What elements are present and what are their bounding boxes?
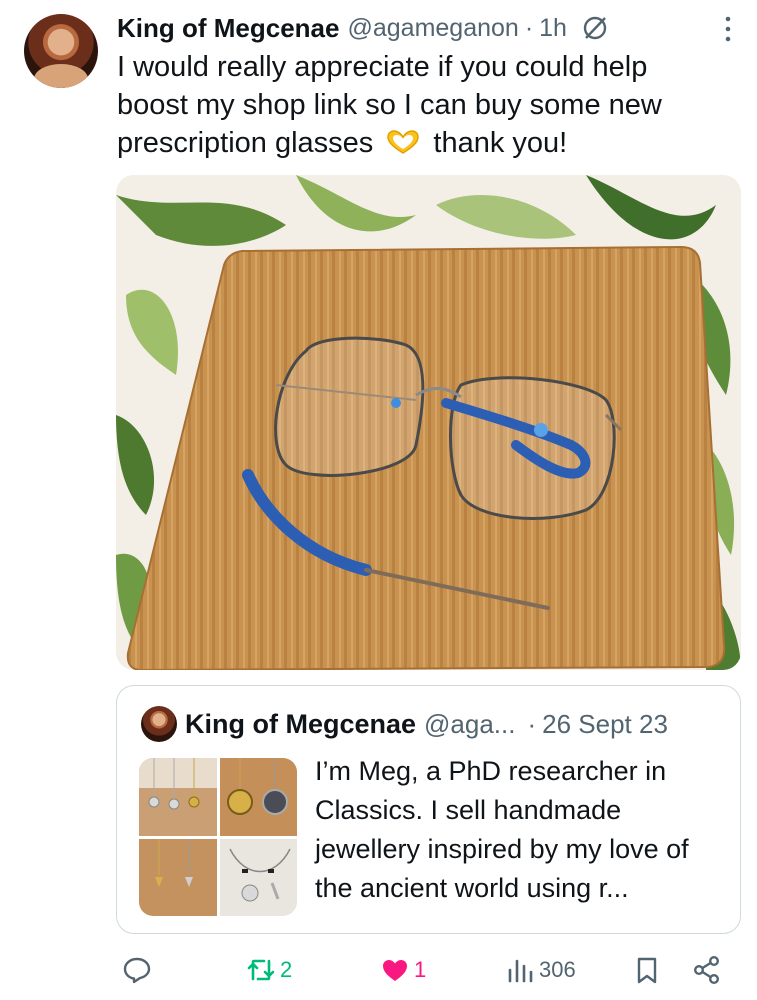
more-options-icon[interactable] xyxy=(725,16,731,42)
views-button[interactable]: 306 xyxy=(505,955,576,985)
reply-icon xyxy=(123,957,151,984)
header-separator: · xyxy=(524,13,534,42)
like-button[interactable]: 1 xyxy=(380,955,426,985)
quoted-photo xyxy=(139,758,217,836)
tweet-text-segment: thank you! xyxy=(433,127,568,159)
tweet-time[interactable]: 1h xyxy=(539,14,567,43)
share-icon xyxy=(694,956,720,985)
quoted-tweet[interactable]: King of Megcenae @aga... · 26 Sept 23 I’… xyxy=(116,685,741,934)
heart-hands-emoji-icon xyxy=(387,130,420,154)
quoted-author-handle: @aga... xyxy=(424,708,516,739)
quoted-media-grid xyxy=(139,758,297,916)
tweet-text-line: I would really appreciate if you could h… xyxy=(117,51,648,83)
bookmark-icon xyxy=(637,957,657,984)
views-icon xyxy=(508,959,533,983)
tweet-action-bar: 2 1 306 xyxy=(0,945,757,1000)
tweet-text-segment: prescription glasses xyxy=(117,127,374,159)
author-name[interactable]: King of Megcenae xyxy=(117,13,339,44)
tweet-text: I would really appreciate if you could h… xyxy=(117,48,727,162)
quoted-photo xyxy=(219,838,297,916)
author-handle[interactable]: @agameganon xyxy=(347,14,518,43)
retweet-count: 2 xyxy=(280,957,293,982)
quoted-date: 26 Sept 23 xyxy=(542,708,668,739)
bookmark-button[interactable] xyxy=(632,955,662,985)
tweet-text-line: prescription glasses thank you! xyxy=(117,124,727,162)
reply-button[interactable] xyxy=(122,955,156,985)
quoted-author-avatar xyxy=(141,706,177,742)
quoted-separator: · xyxy=(527,708,537,739)
tweet-header: King of Megcenae @agameganon · 1h xyxy=(117,10,737,46)
quoted-photo xyxy=(219,758,297,836)
tweet-photo[interactable] xyxy=(116,175,741,670)
author-avatar[interactable] xyxy=(24,14,98,88)
quoted-author-name: King of Megcenae xyxy=(185,708,417,739)
heart-icon xyxy=(383,960,407,981)
like-count: 1 xyxy=(414,957,427,982)
quoted-tweet-header: King of Megcenae @aga... · 26 Sept 23 xyxy=(185,704,720,744)
views-count: 306 xyxy=(539,957,576,982)
grok-icon[interactable] xyxy=(581,14,609,42)
share-button[interactable] xyxy=(692,955,722,985)
quoted-photo xyxy=(139,838,217,916)
tweet-text-line: boost my shop link so I can buy some new xyxy=(117,89,662,121)
quoted-tweet-text: I’m Meg, a PhD researcher in Classics. I… xyxy=(315,756,689,903)
retweet-icon xyxy=(247,959,275,981)
retweet-button[interactable]: 2 xyxy=(246,955,292,985)
